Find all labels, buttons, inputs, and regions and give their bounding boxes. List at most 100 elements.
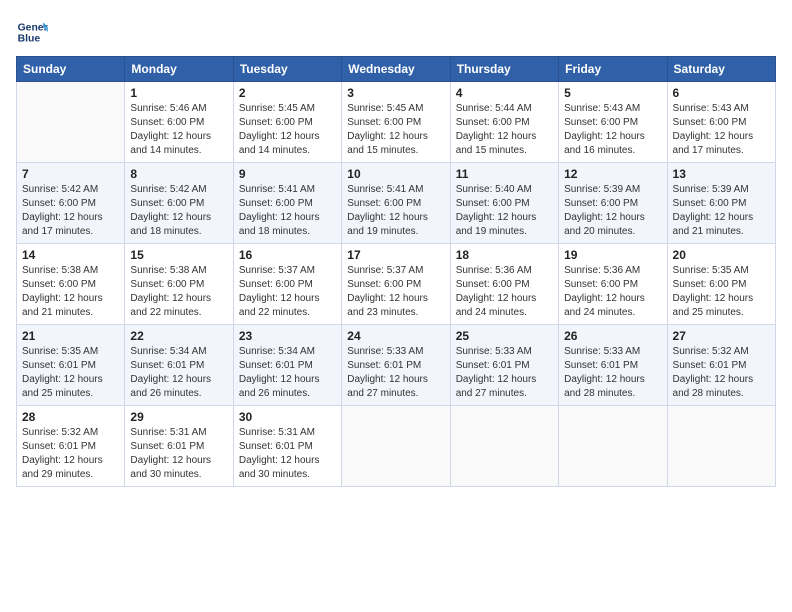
- day-number: 14: [22, 248, 119, 262]
- day-number: 2: [239, 86, 336, 100]
- weekday-header-row: SundayMondayTuesdayWednesdayThursdayFrid…: [17, 57, 776, 82]
- day-info: Sunrise: 5:40 AM Sunset: 6:00 PM Dayligh…: [456, 183, 553, 239]
- calendar-cell: 5 Sunrise: 5:43 AM Sunset: 6:00 PM Daylig…: [559, 82, 667, 163]
- calendar-cell: 12 Sunrise: 5:39 AM Sunset: 6:00 PM Dayli…: [559, 163, 667, 244]
- calendar-cell: 6 Sunrise: 5:43 AM Sunset: 6:00 PM Daylig…: [667, 82, 775, 163]
- calendar-cell: 26 Sunrise: 5:33 AM Sunset: 6:01 PM Dayli…: [559, 325, 667, 406]
- svg-text:Blue: Blue: [18, 34, 41, 45]
- page-header: General Blue: [16, 16, 776, 48]
- day-number: 12: [564, 167, 661, 181]
- day-info: Sunrise: 5:37 AM Sunset: 6:00 PM Dayligh…: [239, 264, 336, 320]
- day-info: Sunrise: 5:34 AM Sunset: 6:01 PM Dayligh…: [239, 345, 336, 401]
- day-number: 4: [456, 86, 553, 100]
- weekday-header-monday: Monday: [125, 57, 233, 82]
- day-info: Sunrise: 5:35 AM Sunset: 6:00 PM Dayligh…: [673, 264, 770, 320]
- day-number: 18: [456, 248, 553, 262]
- day-number: 10: [347, 167, 444, 181]
- day-info: Sunrise: 5:42 AM Sunset: 6:00 PM Dayligh…: [22, 183, 119, 239]
- calendar-cell: 13 Sunrise: 5:39 AM Sunset: 6:00 PM Dayli…: [667, 163, 775, 244]
- day-number: 26: [564, 329, 661, 343]
- calendar-cell: 17Sunrise: 5:37 AM Sunset: 6:00 PM Dayli…: [342, 244, 450, 325]
- calendar-cell: 22Sunrise: 5:34 AM Sunset: 6:01 PM Dayli…: [125, 325, 233, 406]
- day-number: 25: [456, 329, 553, 343]
- day-info: Sunrise: 5:32 AM Sunset: 6:01 PM Dayligh…: [673, 345, 770, 401]
- calendar-cell: 21Sunrise: 5:35 AM Sunset: 6:01 PM Dayli…: [17, 325, 125, 406]
- day-info: Sunrise: 5:33 AM Sunset: 6:01 PM Dayligh…: [564, 345, 661, 401]
- calendar-cell: 20Sunrise: 5:35 AM Sunset: 6:00 PM Dayli…: [667, 244, 775, 325]
- calendar-cell: 18 Sunrise: 5:36 AM Sunset: 6:00 PM Dayli…: [450, 244, 558, 325]
- weekday-header-thursday: Thursday: [450, 57, 558, 82]
- calendar-cell: [342, 406, 450, 487]
- logo-icon: General Blue: [16, 16, 48, 48]
- weekday-header-saturday: Saturday: [667, 57, 775, 82]
- day-info: Sunrise: 5:43 AM Sunset: 6:00 PM Dayligh…: [564, 102, 661, 158]
- day-info: Sunrise: 5:43 AM Sunset: 6:00 PM Dayligh…: [673, 102, 770, 158]
- day-number: 16: [239, 248, 336, 262]
- calendar-cell: 16 Sunrise: 5:37 AM Sunset: 6:00 PM Dayli…: [233, 244, 341, 325]
- calendar-cell: 10 Sunrise: 5:41 AM Sunset: 6:00 PM Dayli…: [342, 163, 450, 244]
- day-number: 3: [347, 86, 444, 100]
- week-row-1: 1 Sunrise: 5:46 AM Sunset: 6:00 PM Daylig…: [17, 82, 776, 163]
- day-number: 19: [564, 248, 661, 262]
- day-info: Sunrise: 5:45 AM Sunset: 6:00 PM Dayligh…: [347, 102, 444, 158]
- weekday-header-friday: Friday: [559, 57, 667, 82]
- day-info: Sunrise: 5:41 AM Sunset: 6:00 PM Dayligh…: [239, 183, 336, 239]
- calendar-cell: 28Sunrise: 5:32 AM Sunset: 6:01 PM Dayli…: [17, 406, 125, 487]
- day-number: 15: [130, 248, 227, 262]
- day-number: 17: [347, 248, 444, 262]
- week-row-2: 7 Sunrise: 5:42 AM Sunset: 6:00 PM Daylig…: [17, 163, 776, 244]
- day-info: Sunrise: 5:33 AM Sunset: 6:01 PM Dayligh…: [456, 345, 553, 401]
- day-info: Sunrise: 5:46 AM Sunset: 6:00 PM Dayligh…: [130, 102, 227, 158]
- day-info: Sunrise: 5:36 AM Sunset: 6:00 PM Dayligh…: [564, 264, 661, 320]
- calendar-cell: 7 Sunrise: 5:42 AM Sunset: 6:00 PM Daylig…: [17, 163, 125, 244]
- calendar-cell: 27 Sunrise: 5:32 AM Sunset: 6:01 PM Dayli…: [667, 325, 775, 406]
- day-info: Sunrise: 5:35 AM Sunset: 6:01 PM Dayligh…: [22, 345, 119, 401]
- calendar-cell: 19 Sunrise: 5:36 AM Sunset: 6:00 PM Dayli…: [559, 244, 667, 325]
- calendar-cell: 2 Sunrise: 5:45 AM Sunset: 6:00 PM Daylig…: [233, 82, 341, 163]
- day-info: Sunrise: 5:39 AM Sunset: 6:00 PM Dayligh…: [564, 183, 661, 239]
- weekday-header-tuesday: Tuesday: [233, 57, 341, 82]
- day-number: 1: [130, 86, 227, 100]
- day-info: Sunrise: 5:36 AM Sunset: 6:00 PM Dayligh…: [456, 264, 553, 320]
- calendar-cell: 9 Sunrise: 5:41 AM Sunset: 6:00 PM Daylig…: [233, 163, 341, 244]
- day-info: Sunrise: 5:45 AM Sunset: 6:00 PM Dayligh…: [239, 102, 336, 158]
- day-info: Sunrise: 5:38 AM Sunset: 6:00 PM Dayligh…: [22, 264, 119, 320]
- calendar-cell: 4 Sunrise: 5:44 AM Sunset: 6:00 PM Daylig…: [450, 82, 558, 163]
- day-number: 27: [673, 329, 770, 343]
- calendar-cell: [559, 406, 667, 487]
- calendar-cell: 23 Sunrise: 5:34 AM Sunset: 6:01 PM Dayli…: [233, 325, 341, 406]
- calendar-cell: 11 Sunrise: 5:40 AM Sunset: 6:00 PM Dayli…: [450, 163, 558, 244]
- day-info: Sunrise: 5:32 AM Sunset: 6:01 PM Dayligh…: [22, 426, 119, 482]
- weekday-header-wednesday: Wednesday: [342, 57, 450, 82]
- calendar-cell: 25 Sunrise: 5:33 AM Sunset: 6:01 PM Dayli…: [450, 325, 558, 406]
- day-number: 9: [239, 167, 336, 181]
- day-info: Sunrise: 5:38 AM Sunset: 6:00 PM Dayligh…: [130, 264, 227, 320]
- calendar-cell: 24 Sunrise: 5:33 AM Sunset: 6:01 PM Dayli…: [342, 325, 450, 406]
- day-number: 24: [347, 329, 444, 343]
- week-row-5: 28Sunrise: 5:32 AM Sunset: 6:01 PM Dayli…: [17, 406, 776, 487]
- day-info: Sunrise: 5:33 AM Sunset: 6:01 PM Dayligh…: [347, 345, 444, 401]
- day-info: Sunrise: 5:39 AM Sunset: 6:00 PM Dayligh…: [673, 183, 770, 239]
- day-number: 22: [130, 329, 227, 343]
- calendar-cell: [667, 406, 775, 487]
- day-number: 11: [456, 167, 553, 181]
- calendar-cell: 15 Sunrise: 5:38 AM Sunset: 6:00 PM Dayli…: [125, 244, 233, 325]
- day-number: 29: [130, 410, 227, 424]
- week-row-3: 14 Sunrise: 5:38 AM Sunset: 6:00 PM Dayli…: [17, 244, 776, 325]
- calendar-cell: 1 Sunrise: 5:46 AM Sunset: 6:00 PM Daylig…: [125, 82, 233, 163]
- day-number: 7: [22, 167, 119, 181]
- calendar-cell: 29Sunrise: 5:31 AM Sunset: 6:01 PM Dayli…: [125, 406, 233, 487]
- day-number: 6: [673, 86, 770, 100]
- day-info: Sunrise: 5:44 AM Sunset: 6:00 PM Dayligh…: [456, 102, 553, 158]
- day-info: Sunrise: 5:41 AM Sunset: 6:00 PM Dayligh…: [347, 183, 444, 239]
- calendar-cell: [17, 82, 125, 163]
- day-number: 23: [239, 329, 336, 343]
- calendar-cell: 3 Sunrise: 5:45 AM Sunset: 6:00 PM Daylig…: [342, 82, 450, 163]
- day-number: 30: [239, 410, 336, 424]
- week-row-4: 21Sunrise: 5:35 AM Sunset: 6:01 PM Dayli…: [17, 325, 776, 406]
- day-number: 5: [564, 86, 661, 100]
- day-info: Sunrise: 5:31 AM Sunset: 6:01 PM Dayligh…: [239, 426, 336, 482]
- calendar-table: SundayMondayTuesdayWednesdayThursdayFrid…: [16, 56, 776, 487]
- calendar-cell: 8Sunrise: 5:42 AM Sunset: 6:00 PM Daylig…: [125, 163, 233, 244]
- day-number: 13: [673, 167, 770, 181]
